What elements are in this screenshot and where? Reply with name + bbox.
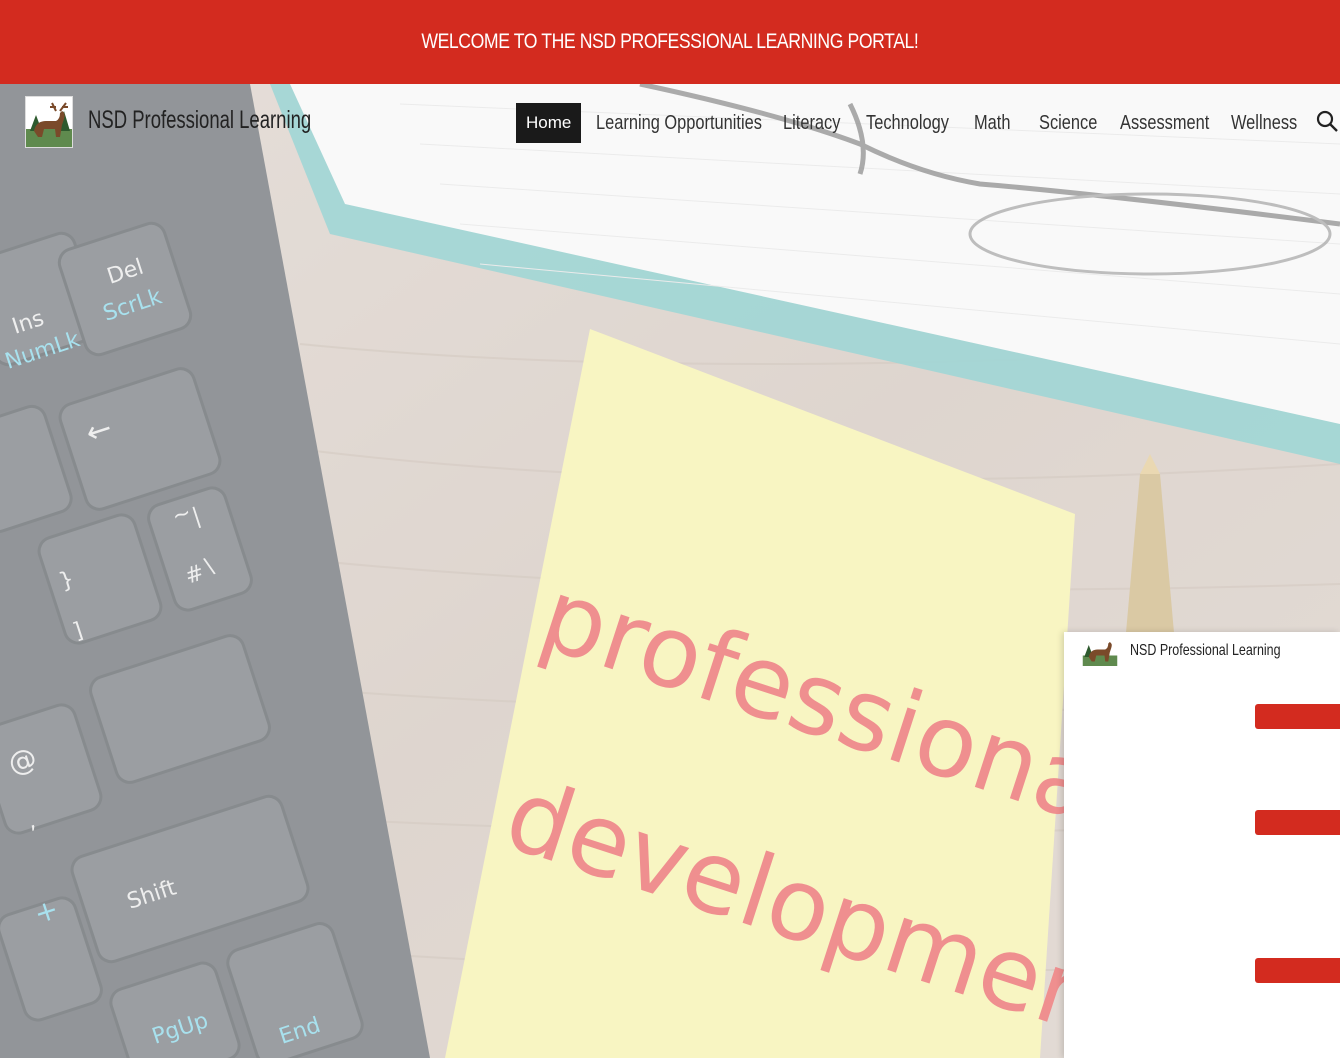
nav-assessment[interactable]: Assessment: [1120, 103, 1209, 143]
nav-home[interactable]: Home: [516, 103, 582, 143]
panel-red-button-3[interactable]: [1255, 958, 1340, 983]
nav-literacy[interactable]: Literacy: [783, 103, 840, 143]
panel-moose-logo-icon: [1082, 642, 1118, 666]
mobile-preview-panel: NSD Professional Learning: [1064, 632, 1340, 1058]
site-header: NSD Professional Learning Home Learning …: [0, 84, 1340, 164]
nav-math[interactable]: Math: [974, 103, 1010, 143]
panel-site-title[interactable]: NSD Professional Learning: [1130, 642, 1281, 660]
panel-red-button-2[interactable]: [1255, 810, 1340, 835]
panel-red-button-1[interactable]: [1255, 704, 1340, 729]
nav-technology[interactable]: Technology: [866, 103, 949, 143]
search-icon[interactable]: [1316, 110, 1338, 132]
nav-learning-opportunities[interactable]: Learning Opportunities: [596, 103, 762, 143]
nav-science[interactable]: Science: [1039, 103, 1097, 143]
welcome-banner: WELCOME TO THE NSD PROFESSIONAL LEARNING…: [0, 0, 1340, 84]
nav-wellness[interactable]: Wellness: [1231, 103, 1297, 143]
main-nav: Home Learning Opportunities Literacy Tec…: [0, 103, 1340, 143]
welcome-banner-text: WELCOME TO THE NSD PROFESSIONAL LEARNING…: [421, 30, 919, 53]
